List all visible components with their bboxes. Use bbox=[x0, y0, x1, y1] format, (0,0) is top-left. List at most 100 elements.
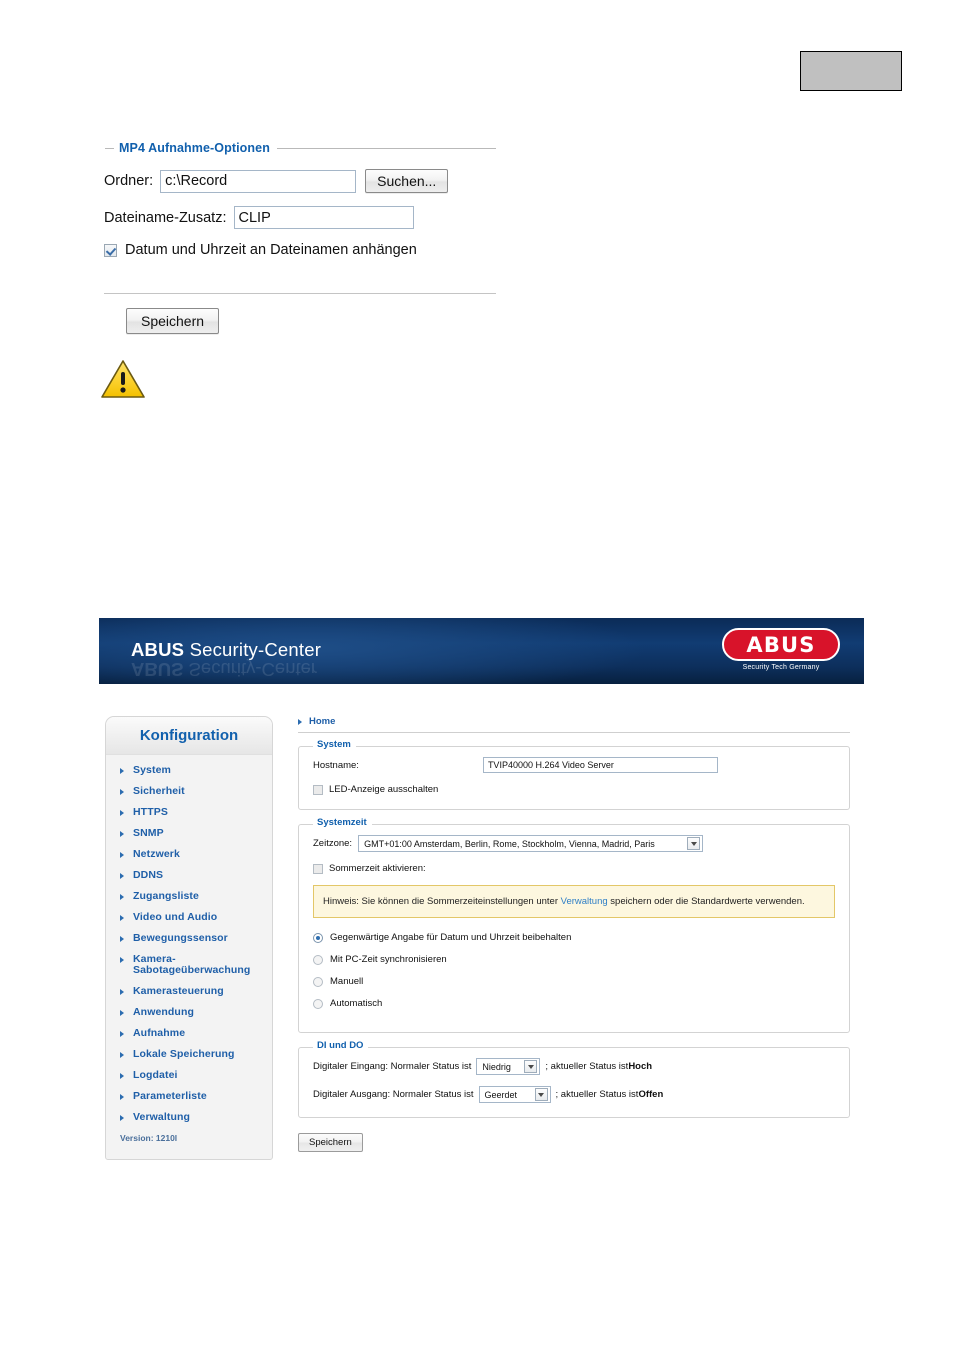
sidebar-item-https[interactable]: HTTPS bbox=[106, 807, 272, 818]
system-panel-body: Hostname: LED-Anzeige ausschalten bbox=[313, 747, 835, 795]
dst-checkbox[interactable] bbox=[313, 863, 323, 874]
folder-input[interactable] bbox=[160, 169, 357, 193]
system-panel-legend: System bbox=[313, 739, 356, 750]
chevron-right-icon bbox=[120, 1094, 124, 1100]
sidebar-item-label: Zugangsliste bbox=[133, 890, 199, 902]
sidebar-item-ddns[interactable]: DDNS bbox=[106, 870, 272, 881]
time-option-radio[interactable] bbox=[313, 976, 323, 987]
sidebar-item-snmp[interactable]: SNMP bbox=[106, 828, 272, 839]
append-datetime-checkbox[interactable] bbox=[104, 243, 117, 257]
sidebar-item-anwendung[interactable]: Anwendung bbox=[106, 1007, 272, 1018]
chevron-right-icon bbox=[120, 810, 124, 816]
chevron-right-icon bbox=[120, 894, 124, 900]
sidebar-item-label: Video und Audio bbox=[133, 911, 218, 923]
chevron-right-icon bbox=[120, 915, 124, 921]
chevron-right-icon bbox=[120, 1010, 124, 1016]
sidebar-item-bewegungssensor[interactable]: Bewegungssensor bbox=[106, 933, 272, 944]
dst-notice-prefix: Hinweis: Sie können die Sommerzeiteinste… bbox=[323, 896, 561, 907]
banner-subtitle: Security-Center bbox=[184, 639, 322, 660]
digital-input-row: Digitaler Eingang: Normaler Status ist N… bbox=[313, 1058, 835, 1075]
chevron-right-icon bbox=[120, 852, 124, 858]
digital-output-select[interactable]: Geerdet bbox=[478, 1086, 551, 1103]
time-option-3[interactable]: Automatisch bbox=[313, 998, 835, 1009]
chevron-right-icon bbox=[120, 989, 124, 995]
dst-label: Sommerzeit aktivieren: bbox=[329, 863, 426, 874]
time-options-list: Gegenwärtige Angabe für Datum und Uhrzei… bbox=[313, 932, 835, 1009]
abus-logo-badge: ABUS bbox=[722, 628, 840, 661]
sidebar-item-logdatei[interactable]: Logdatei bbox=[106, 1070, 272, 1081]
led-off-checkbox[interactable] bbox=[313, 784, 323, 795]
digital-output-row: Digitaler Ausgang: Normaler Status ist G… bbox=[313, 1086, 835, 1103]
sidebar-nav-list: System Sicherheit HTTPS SNMP Netzwerk DDNS Zug… bbox=[106, 755, 272, 1123]
sidebar-item-kamerasteuerung[interactable]: Kamerasteuerung bbox=[106, 986, 272, 997]
banner-title-reflection: ABUS Security-Center bbox=[131, 658, 317, 680]
sidebar-item-label: Lokale Speicherung bbox=[133, 1048, 235, 1060]
sidebar-item-sicherheit[interactable]: Sicherheit bbox=[106, 786, 272, 797]
browse-button[interactable]: Suchen... bbox=[365, 169, 449, 193]
sidebar-item-zugangsliste[interactable]: Zugangsliste bbox=[106, 891, 272, 902]
time-option-radio[interactable] bbox=[313, 932, 323, 943]
time-option-radio[interactable] bbox=[313, 954, 323, 965]
chevron-right-icon bbox=[120, 831, 124, 837]
time-option-radio[interactable] bbox=[313, 998, 323, 1009]
dst-notice: Hinweis: Sie können die Sommerzeiteinste… bbox=[313, 885, 835, 918]
sidebar-item-kamera[interactable]: Kamera- Sabotageüberwachung bbox=[106, 954, 272, 976]
chevron-right-icon bbox=[120, 1115, 124, 1121]
save-button[interactable]: Speichern bbox=[126, 308, 220, 334]
legend-fill bbox=[356, 745, 835, 746]
digital-output-select-value: Geerdet bbox=[484, 1089, 518, 1100]
mp4-legend-label: MP4 Aufnahme-Optionen bbox=[119, 141, 270, 155]
sidebar-item-lokale[interactable]: Lokale Speicherung bbox=[106, 1049, 272, 1060]
hostname-row: Hostname: bbox=[313, 757, 835, 773]
timezone-label: Zeitzone: bbox=[313, 838, 353, 849]
dido-panel-body: Digitaler Eingang: Normaler Status ist N… bbox=[313, 1048, 835, 1103]
mp4-legend-row: MP4 Aufnahme-Optionen bbox=[104, 140, 496, 156]
breadcrumb[interactable]: Home bbox=[298, 716, 850, 732]
sidebar-version: Version: 1210l bbox=[120, 1133, 178, 1143]
app-save-button[interactable]: Speichern bbox=[298, 1133, 363, 1152]
legend-fill bbox=[368, 1046, 835, 1047]
digital-input-status-prefix: ; aktueller Status ist bbox=[545, 1061, 629, 1072]
append-datetime-row[interactable]: Datum und Uhrzeit an Dateinamen anhängen bbox=[104, 242, 496, 258]
timezone-select[interactable]: GMT+01:00 Amsterdam, Berlin, Rome, Stock… bbox=[358, 835, 704, 852]
digital-output-status-value: Offen bbox=[638, 1089, 664, 1100]
filename-suffix-input[interactable] bbox=[233, 206, 414, 229]
chevron-right-icon bbox=[120, 1052, 124, 1058]
timezone-select-value: GMT+01:00 Amsterdam, Berlin, Rome, Stock… bbox=[364, 838, 655, 849]
system-panel: System Hostname: LED-Anzeige ausschalten bbox=[298, 739, 850, 810]
hostname-input[interactable] bbox=[482, 757, 718, 773]
sidebar-item-label: SNMP bbox=[133, 827, 164, 839]
append-datetime-label: Datum und Uhrzeit an Dateinamen anhängen bbox=[125, 242, 417, 258]
sidebar-item-aufnahme[interactable]: Aufnahme bbox=[106, 1028, 272, 1039]
time-option-0[interactable]: Gegenwärtige Angabe für Datum und Uhrzei… bbox=[313, 932, 835, 943]
systemtime-panel-legend-row: Systemzeit bbox=[313, 817, 835, 828]
digital-input-select[interactable]: Niedrig bbox=[476, 1058, 541, 1075]
dst-row[interactable]: Sommerzeit aktivieren: bbox=[313, 863, 835, 874]
sidebar-item-netzwerk[interactable]: Netzwerk bbox=[106, 849, 272, 860]
abus-logo: ABUS Security Tech Germany bbox=[722, 628, 840, 671]
sidebar-header: Konfiguration bbox=[106, 717, 272, 755]
sidebar-item-system[interactable]: System bbox=[106, 765, 272, 776]
abus-logo-text: ABUS bbox=[746, 632, 816, 657]
sidebar-item-parameterliste[interactable]: Parameterliste bbox=[106, 1091, 272, 1102]
hostname-label: Hostname: bbox=[313, 759, 359, 771]
systemtime-panel-legend: Systemzeit bbox=[313, 817, 372, 828]
sidebar-item-label: Parameterliste bbox=[133, 1090, 207, 1102]
dido-panel: DI und DO Digitaler Eingang: Normaler St… bbox=[298, 1040, 850, 1118]
chevron-right-icon bbox=[120, 768, 124, 774]
sidebar-item-verwaltung[interactable]: Verwaltung bbox=[106, 1112, 272, 1123]
led-off-row[interactable]: LED-Anzeige ausschalten bbox=[313, 784, 835, 795]
sidebar-item-video[interactable]: Video und Audio bbox=[106, 912, 272, 923]
time-option-1[interactable]: Mit PC-Zeit synchronisieren bbox=[313, 954, 835, 965]
chevron-down-icon[interactable] bbox=[687, 837, 701, 850]
digital-output-label: Digitaler Ausgang: Normaler Status ist bbox=[313, 1089, 474, 1100]
chevron-right-icon bbox=[120, 936, 124, 942]
chevron-down-icon[interactable] bbox=[524, 1060, 538, 1073]
digital-input-label: Digitaler Eingang: Normaler Status ist bbox=[313, 1061, 472, 1072]
systemtime-panel-body: Zeitzone: GMT+01:00 Amsterdam, Berlin, R… bbox=[313, 825, 835, 1009]
breadcrumb-home-link[interactable]: Home bbox=[309, 716, 335, 727]
breadcrumb-divider bbox=[298, 732, 850, 733]
dst-notice-link[interactable]: Verwaltung bbox=[561, 896, 608, 907]
time-option-2[interactable]: Manuell bbox=[313, 976, 835, 987]
chevron-down-icon[interactable] bbox=[534, 1088, 548, 1101]
